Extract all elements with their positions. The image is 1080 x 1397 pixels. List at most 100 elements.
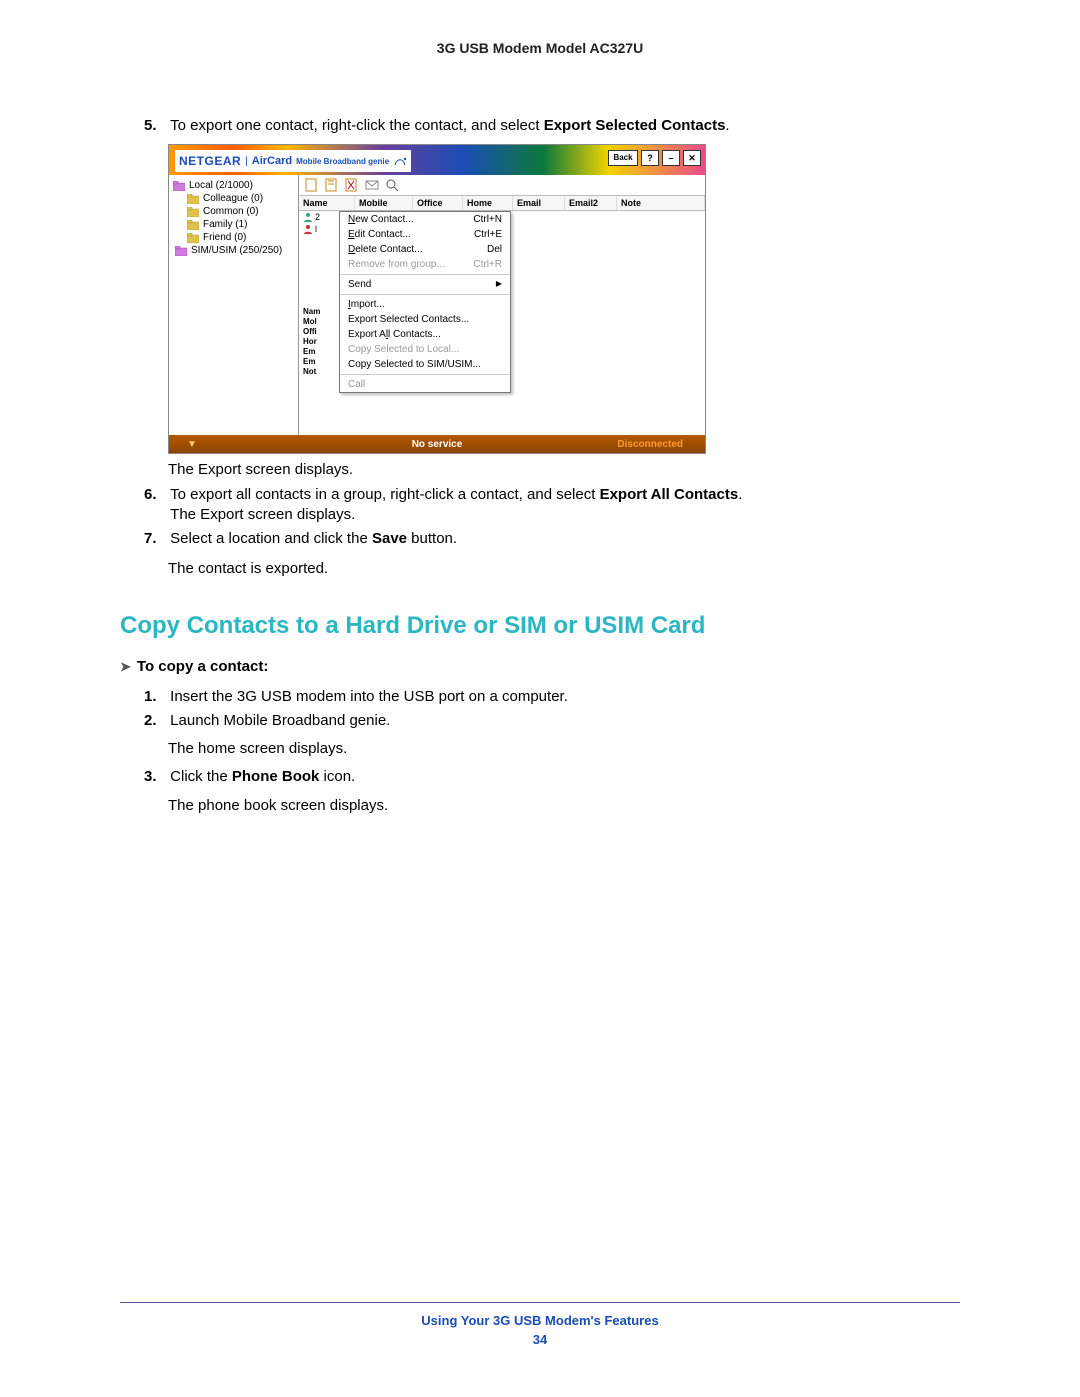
- col-office[interactable]: Office: [413, 196, 463, 210]
- step-7-text-a: Select a location and click the: [170, 530, 372, 547]
- step-5-bold: Export Selected Contacts: [544, 117, 726, 134]
- col-home[interactable]: Home: [463, 196, 513, 210]
- step-7-num: 7.: [144, 529, 166, 549]
- tree-item-label: Colleague (0): [203, 193, 263, 204]
- step-6-bold: Export All Contacts: [600, 486, 739, 503]
- step-b2-after: The home screen displays.: [168, 739, 960, 759]
- person-icon: [303, 212, 313, 222]
- step-6-line2: The Export screen displays.: [170, 506, 355, 523]
- ctx-import[interactable]: Import...: [340, 297, 510, 312]
- ctx-shortcut: Ctrl+N: [473, 214, 502, 225]
- folder-icon: [187, 207, 199, 217]
- edit-contact-icon[interactable]: [325, 178, 339, 192]
- ctx-shortcut: Ctrl+E: [474, 229, 502, 240]
- content-toolbar: [299, 175, 705, 195]
- chevron-right-icon: ➤: [120, 659, 131, 674]
- step-6-num: 6.: [144, 485, 166, 505]
- step-b1-text: Insert the 3G USB modem into the USB por…: [170, 687, 958, 707]
- signal-icon: ▼: [169, 439, 215, 450]
- folder-icon: [187, 220, 199, 230]
- status-no-service: No service: [412, 439, 463, 450]
- help-button[interactable]: ?: [641, 150, 659, 166]
- folder-icon: [175, 246, 187, 256]
- delete-contact-icon[interactable]: [345, 178, 359, 192]
- person-icon: [303, 224, 313, 234]
- tree-item-common[interactable]: Common (0): [171, 205, 296, 218]
- ctx-remove-from-group: Remove from group... Ctrl+R: [340, 257, 510, 272]
- tree-item-friend[interactable]: Friend (0): [171, 231, 296, 244]
- ctx-send[interactable]: Send▶: [340, 277, 510, 292]
- tree-item-label: Friend (0): [203, 232, 246, 243]
- step-5-text-a: To export one contact, right-click the c…: [170, 117, 544, 134]
- step-b3-text-a: Click the: [170, 768, 232, 785]
- app-screenshot: NETGEAR | AirCard Mobile Broadband genie…: [168, 144, 960, 454]
- step-5-text-b: .: [725, 117, 729, 134]
- logo-aircard: AirCard: [252, 155, 292, 167]
- step-b1-num: 1.: [144, 687, 166, 707]
- ctx-copy-sim[interactable]: Copy Selected to SIM/USIM...: [340, 357, 510, 372]
- ctx-shortcut: Ctrl+R: [473, 259, 502, 270]
- column-headers: Name Mobile Office Home Email Email2 Not…: [299, 195, 705, 211]
- tree-item-label: Family (1): [203, 219, 247, 230]
- step-b3-bold: Phone Book: [232, 768, 320, 785]
- back-button[interactable]: Back: [608, 150, 638, 166]
- step-b3-text-b: icon.: [319, 768, 355, 785]
- ctx-shortcut: Del: [487, 244, 502, 255]
- step-b3-num: 3.: [144, 767, 166, 787]
- step-6: 6. To export all contacts in a group, ri…: [144, 485, 960, 526]
- step-7-after: The contact is exported.: [168, 559, 960, 579]
- search-icon[interactable]: [385, 178, 399, 192]
- step-b1: 1. Insert the 3G USB modem into the USB …: [144, 687, 960, 707]
- step-6-text-b: .: [738, 486, 742, 503]
- step-5: 5. To export one contact, right-click th…: [144, 116, 960, 136]
- folder-icon: [187, 194, 199, 204]
- folder-icon: [173, 181, 185, 191]
- new-contact-icon[interactable]: [305, 178, 319, 192]
- ctx-export-all[interactable]: Export All Contacts...: [340, 327, 510, 342]
- footer-title: Using Your 3G USB Modem's Features: [120, 1313, 960, 1328]
- app-titlebar: NETGEAR | AirCard Mobile Broadband genie…: [169, 145, 705, 175]
- step-7-bold: Save: [372, 530, 407, 547]
- genie-icon: [393, 155, 407, 167]
- tree-pane: Local (2/1000) Colleague (0) Common (0) …: [169, 175, 299, 435]
- send-icon[interactable]: [365, 178, 379, 192]
- ctx-new-contact[interactable]: New Contact... Ctrl+N: [340, 212, 510, 227]
- col-name[interactable]: Name: [299, 196, 355, 210]
- logo-netgear: NETGEAR: [179, 154, 241, 168]
- close-button[interactable]: ✕: [683, 150, 701, 166]
- step-7-text-b: button.: [407, 530, 457, 547]
- page-footer: Using Your 3G USB Modem's Features 34: [120, 1302, 960, 1347]
- app-logo: NETGEAR | AirCard Mobile Broadband genie: [175, 150, 411, 172]
- ctx-copy-local: Copy Selected to Local...: [340, 342, 510, 357]
- status-disconnected: Disconnected: [617, 439, 683, 450]
- tree-root[interactable]: Local (2/1000): [171, 179, 296, 192]
- step-b3-after: The phone book screen displays.: [168, 796, 960, 816]
- col-email[interactable]: Email: [513, 196, 565, 210]
- ctx-call: Call: [340, 377, 510, 392]
- tree-item-sim[interactable]: SIM/USIM (250/250): [171, 244, 296, 257]
- tree-root-label: Local (2/1000): [189, 180, 253, 191]
- step-b3: 3. Click the Phone Book icon.: [144, 767, 960, 787]
- ctx-edit-contact[interactable]: Edit Contact... Ctrl+E: [340, 227, 510, 242]
- ctx-delete-contact[interactable]: Delete Contact... Del: [340, 242, 510, 257]
- folder-icon: [187, 233, 199, 243]
- step-7: 7. Select a location and click the Save …: [144, 529, 960, 549]
- col-mobile[interactable]: Mobile: [355, 196, 413, 210]
- context-menu: New Contact... Ctrl+N Edit Contact... Ct…: [339, 211, 511, 393]
- step-b2-num: 2.: [144, 711, 166, 731]
- task-lead: ➤To copy a contact:: [120, 658, 960, 675]
- step-5-num: 5.: [144, 116, 166, 136]
- step-b2-text: Launch Mobile Broadband genie.: [170, 711, 958, 731]
- step-6-text-a: To export all contacts in a group, right…: [170, 486, 599, 503]
- footer-page-number: 34: [120, 1332, 960, 1347]
- col-note[interactable]: Note: [617, 196, 705, 210]
- minimize-button[interactable]: –: [662, 150, 680, 166]
- ctx-export-selected[interactable]: Export Selected Contacts...: [340, 312, 510, 327]
- step-5-after: The Export screen displays.: [168, 460, 960, 480]
- section-heading: Copy Contacts to a Hard Drive or SIM or …: [120, 612, 960, 640]
- detail-labels: Nam Mol Offi Hor Em Em Not: [303, 307, 320, 377]
- tree-item-colleague[interactable]: Colleague (0): [171, 192, 296, 205]
- tree-item-family[interactable]: Family (1): [171, 218, 296, 231]
- status-bar: ▼ No service Disconnected: [169, 435, 705, 453]
- col-email2[interactable]: Email2: [565, 196, 617, 210]
